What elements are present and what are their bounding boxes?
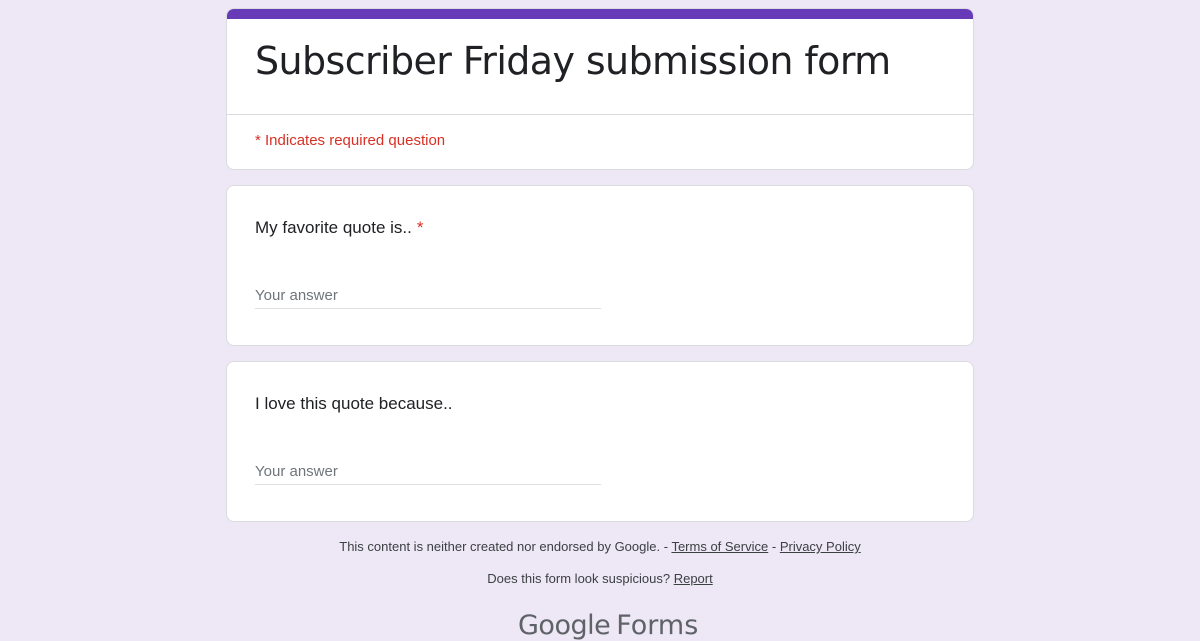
terms-of-service-link[interactable]: Terms of Service (671, 539, 768, 554)
form-title: Subscriber Friday submission form (255, 39, 891, 83)
google-wordmark: Google (518, 610, 611, 641)
forms-wordmark: Forms (616, 610, 699, 641)
google-forms-logo: Google Forms (518, 610, 698, 641)
disclaimer-text: This content is neither created nor endo… (339, 539, 661, 554)
footer-suspicious-line: Does this form look suspicious? Report (0, 571, 1200, 586)
question-text: I love this quote because.. (255, 394, 453, 413)
question-card-favorite-quote: My favorite quote is.. * (226, 185, 974, 346)
answer-input-love-because[interactable] (255, 458, 601, 485)
answer-input-favorite-quote[interactable] (255, 282, 601, 309)
required-asterisk: * (416, 218, 424, 237)
footer-disclaimer-line: This content is neither created nor endo… (0, 539, 1200, 554)
header-divider (227, 114, 973, 115)
header-accent-bar (227, 9, 973, 19)
suspicious-text: Does this form look suspicious? (487, 571, 671, 586)
question-label: My favorite quote is.. * (255, 218, 423, 238)
report-link[interactable]: Report (674, 571, 713, 586)
question-card-love-because: I love this quote because.. (226, 361, 974, 522)
privacy-policy-link[interactable]: Privacy Policy (780, 539, 861, 554)
separator: - (660, 539, 672, 554)
form-container: Subscriber Friday submission form * Indi… (226, 8, 974, 522)
required-note: * Indicates required question (255, 132, 446, 149)
separator: - (768, 539, 780, 554)
question-text: My favorite quote is.. (255, 218, 412, 237)
question-label: I love this quote because.. (255, 394, 453, 414)
form-header-card: Subscriber Friday submission form * Indi… (226, 8, 974, 170)
